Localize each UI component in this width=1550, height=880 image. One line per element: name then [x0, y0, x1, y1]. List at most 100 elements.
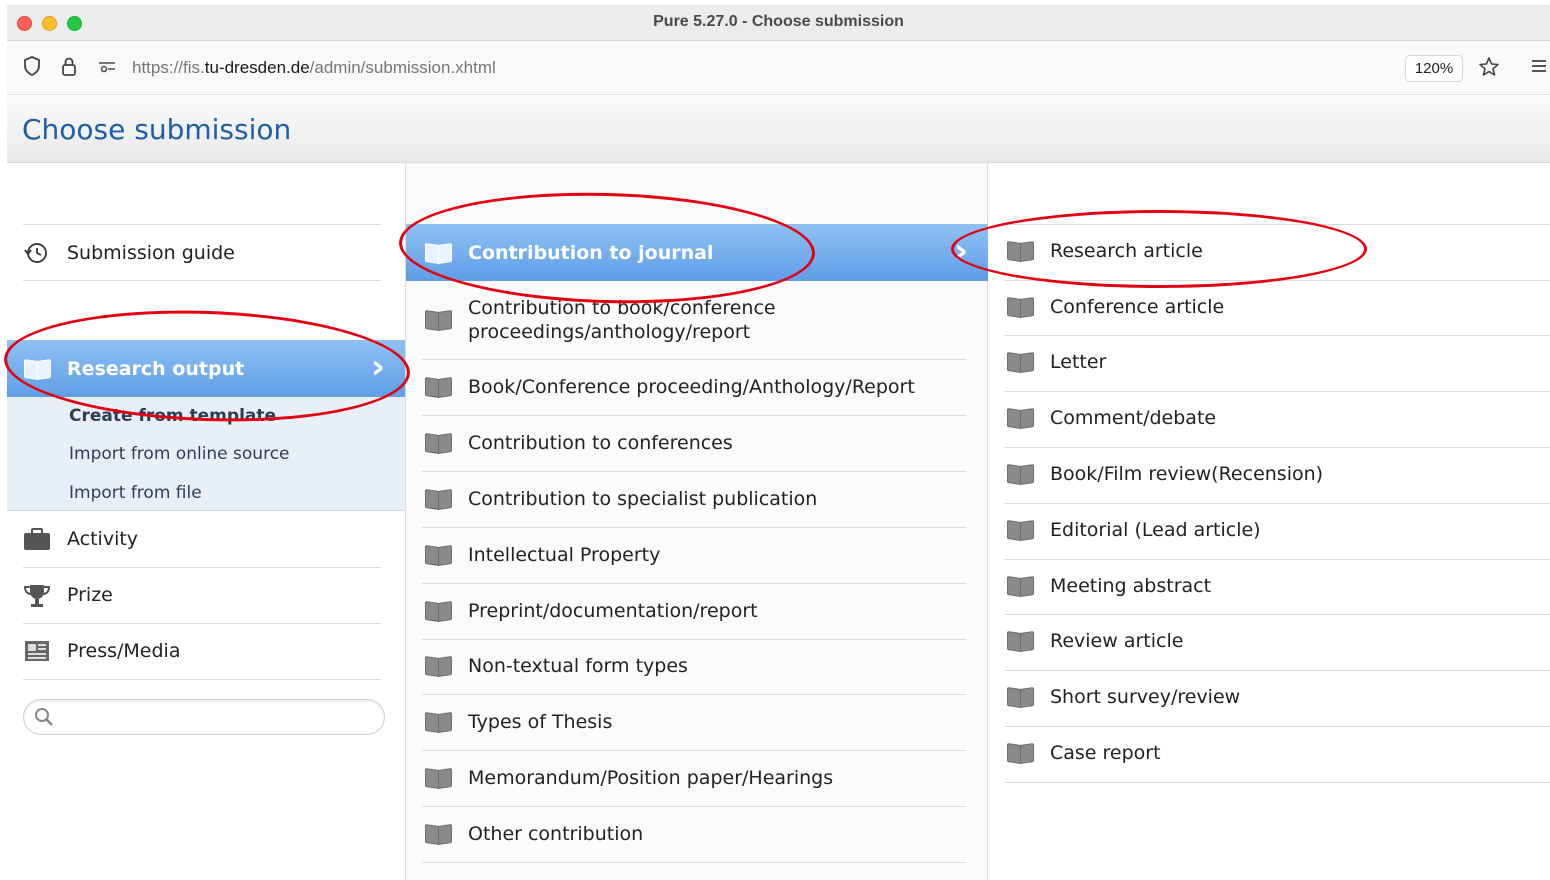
url-field[interactable]: https://fis.tu-dresden.de/admin/submissi…	[132, 58, 496, 78]
left-navigation: Submission guide Research output › Creat…	[7, 163, 405, 880]
page-title: Choose submission	[22, 113, 292, 146]
divider	[23, 679, 381, 680]
list-item[interactable]: Comment/debate	[1006, 401, 1216, 435]
list-item[interactable]: Contribution to specialist publication	[424, 482, 817, 516]
divider	[1004, 280, 1550, 281]
divider	[23, 567, 381, 568]
bookmark-star-icon[interactable]	[1477, 55, 1501, 84]
divider	[1004, 224, 1550, 225]
address-bar: https://fis.tu-dresden.de/admin/submissi…	[7, 41, 1550, 95]
list-item[interactable]: Case report	[1006, 736, 1161, 770]
briefcase-icon	[23, 527, 51, 551]
book-icon	[424, 308, 452, 332]
book-icon	[1006, 685, 1034, 709]
zoom-level-badge[interactable]: 120%	[1405, 55, 1463, 82]
divider	[422, 415, 966, 416]
research-output-label: Research output	[67, 357, 245, 380]
divider	[1004, 670, 1550, 671]
divider	[422, 694, 966, 695]
submission-guide-label: Submission guide	[67, 242, 235, 264]
right-subtype-list: Research article Conference article Lett…	[988, 163, 1550, 880]
list-item[interactable]: Contribution to conferences	[424, 426, 733, 460]
contribution-to-journal-label: Contribution to journal	[468, 241, 714, 264]
divider	[23, 623, 381, 624]
divider	[23, 224, 381, 225]
prize-item[interactable]: Prize	[23, 578, 113, 612]
research-output-item[interactable]: Research output ›	[7, 340, 405, 397]
book-icon	[1006, 462, 1034, 486]
divider	[1004, 726, 1550, 727]
contribution-to-journal-item[interactable]: Contribution to journal ›	[406, 224, 988, 281]
list-item[interactable]: Contribution to book/conference proceedi…	[424, 293, 808, 347]
book-icon	[424, 375, 452, 399]
list-item[interactable]: Research article	[1006, 234, 1203, 268]
menu-icon[interactable]	[1530, 55, 1548, 82]
divider	[422, 750, 966, 751]
middle-category-list: Contribution to journal › Contribution t…	[405, 163, 988, 880]
list-item[interactable]: Meeting abstract	[1006, 569, 1211, 603]
book-icon	[1006, 629, 1034, 653]
list-item[interactable]: Book/Film review(Recension)	[1006, 457, 1323, 491]
book-icon	[424, 654, 452, 678]
research-output-subitems: Create from template Import from online …	[7, 397, 405, 511]
list-item[interactable]: Intellectual Property	[424, 538, 660, 572]
book-icon	[1006, 350, 1034, 374]
book-icon	[424, 599, 452, 623]
book-icon	[1006, 518, 1034, 542]
list-item[interactable]: Short survey/review	[1006, 680, 1240, 714]
lock-icon[interactable]	[60, 55, 78, 82]
divider	[422, 862, 966, 863]
book-icon	[424, 543, 452, 567]
divider	[1004, 335, 1550, 336]
book-icon	[1006, 741, 1034, 765]
book-icon	[424, 766, 452, 790]
search-input[interactable]	[23, 699, 385, 735]
press-media-item[interactable]: Press/Media	[23, 634, 180, 668]
book-icon	[1006, 295, 1034, 319]
import-from-online-source-link[interactable]: Import from online source	[69, 444, 290, 464]
newspaper-icon	[23, 639, 51, 663]
activity-label: Activity	[67, 528, 139, 550]
list-item[interactable]: Review article	[1006, 624, 1183, 658]
divider	[1004, 447, 1550, 448]
list-item[interactable]: Letter	[1006, 345, 1106, 379]
search-icon	[33, 706, 55, 732]
window-titlebar: Pure 5.27.0 - Choose submission	[7, 5, 1550, 41]
divider	[422, 471, 966, 472]
divider	[1004, 614, 1550, 615]
book-icon	[23, 357, 51, 381]
press-media-label: Press/Media	[67, 640, 181, 662]
list-item[interactable]: Book/Conference proceeding/Anthology/Rep…	[424, 370, 915, 404]
list-item[interactable]: Preprint/documentation/report	[424, 594, 758, 628]
book-icon	[424, 822, 452, 846]
window-title: Pure 5.27.0 - Choose submission	[653, 13, 904, 30]
import-from-file-link[interactable]: Import from file	[69, 483, 202, 503]
shield-icon[interactable]	[22, 55, 42, 82]
list-item[interactable]: Types of Thesis	[424, 705, 612, 739]
page-header: Choose submission	[7, 96, 1550, 163]
list-item[interactable]: Conference article	[1006, 290, 1224, 324]
book-icon	[424, 710, 452, 734]
permissions-icon[interactable]	[96, 55, 118, 82]
divider	[422, 583, 966, 584]
list-item[interactable]: Other contribution	[424, 817, 643, 851]
divider	[1004, 391, 1550, 392]
create-from-template-link[interactable]: Create from template	[69, 406, 276, 426]
divider	[422, 806, 966, 807]
book-icon	[424, 241, 452, 265]
list-item[interactable]: Non-textual form types	[424, 649, 688, 683]
list-item[interactable]: Editorial (Lead article)	[1006, 513, 1261, 547]
divider	[422, 527, 966, 528]
activity-item[interactable]: Activity	[23, 522, 138, 556]
chevron-right-icon: ›	[954, 231, 969, 271]
divider	[422, 639, 966, 640]
list-item[interactable]: Memorandum/Position paper/Hearings	[424, 761, 833, 795]
divider	[1004, 782, 1550, 783]
book-icon	[424, 431, 452, 455]
book-icon	[1006, 239, 1034, 263]
chevron-right-icon: ›	[371, 347, 386, 387]
submission-guide-item[interactable]: Submission guide	[23, 236, 235, 270]
history-icon	[23, 241, 51, 265]
prize-label: Prize	[67, 584, 113, 606]
divider	[1004, 503, 1550, 504]
